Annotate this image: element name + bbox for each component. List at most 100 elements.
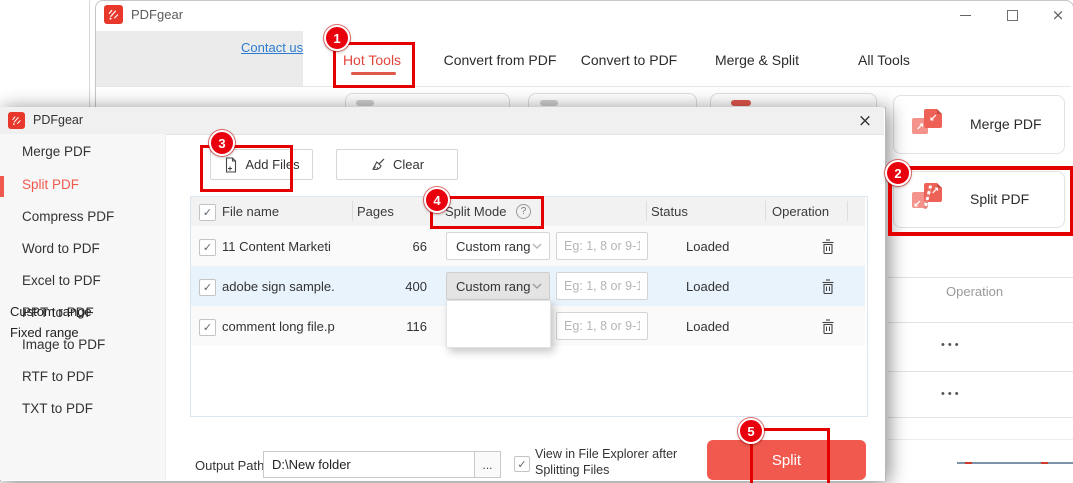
page-range-input[interactable]	[556, 312, 648, 340]
chevron-down-icon	[532, 243, 542, 249]
column-divider	[646, 201, 647, 221]
sidebar-item-compress-pdf[interactable]: Compress PDF	[22, 209, 114, 224]
column-divider	[352, 201, 353, 221]
column-divider	[847, 201, 848, 221]
pdfgear-logo	[104, 5, 123, 24]
tool-card-icon-fragment	[356, 100, 374, 106]
status-cell: Loaded	[686, 279, 730, 294]
browse-button[interactable]: ...	[474, 451, 501, 478]
check-icon: ✓	[202, 321, 213, 334]
check-icon: ✓	[202, 206, 213, 219]
bg-bottom-edge-accent	[1041, 462, 1048, 464]
view-in-explorer-checkbox[interactable]: ✓	[514, 456, 530, 472]
row-checkbox[interactable]: ✓	[199, 239, 216, 256]
page-range-input[interactable]	[556, 232, 648, 260]
dialog-close-button[interactable]: ×	[852, 110, 878, 132]
row-checkbox[interactable]: ✓	[199, 279, 216, 296]
check-icon: ✓	[202, 281, 213, 294]
dialog-titlebar	[0, 107, 884, 135]
clear-label: Clear	[392, 157, 425, 172]
pages-cell: 116	[406, 319, 427, 334]
chevron-down-icon	[532, 283, 542, 289]
minimize-button[interactable]	[953, 5, 977, 25]
status-cell: Loaded	[686, 319, 730, 334]
bg-table-row-actions[interactable]: •••	[941, 339, 962, 351]
sidebar-item-split-pdf[interactable]: Split PDF	[22, 177, 79, 192]
bg-table-line	[888, 277, 1073, 278]
dropdown-option-fixed-range[interactable]: Fixed range	[10, 325, 79, 340]
check-icon: ✓	[202, 241, 213, 254]
annotation-badge-5: 5	[738, 418, 764, 444]
split-mode-select[interactable]: Custom rang	[446, 232, 550, 260]
pages-cell: 66	[412, 239, 427, 254]
dropdown-option-custom-range[interactable]: Custom range	[10, 304, 92, 319]
minimize-icon	[959, 14, 971, 16]
sidebar-selection-bar	[0, 176, 4, 197]
output-path-label: Output Path	[195, 458, 265, 473]
sidebar-item-rtf-to-pdf[interactable]: RTF to PDF	[22, 369, 94, 384]
annotation-badge-4: 4	[424, 187, 450, 213]
file-name-cell: adobe sign sample.	[222, 279, 335, 294]
contact-us-link[interactable]: Contact us	[241, 40, 303, 55]
tab-all-tools[interactable]: All Tools	[858, 52, 910, 68]
page-range-input[interactable]	[556, 272, 648, 300]
column-header-operation: Operation	[772, 204, 830, 219]
close-button[interactable]: ×	[1046, 5, 1070, 25]
annotation-box-split-pdf-card	[888, 166, 1073, 236]
column-header-status: Status	[651, 204, 688, 219]
bg-table-line	[888, 417, 1073, 418]
delete-icon[interactable]	[820, 278, 836, 295]
select-all-checkbox[interactable]: ✓	[199, 204, 216, 221]
annotation-badge-3: 3	[209, 130, 235, 156]
bg-table-line	[888, 371, 1073, 372]
column-header-file-name: File name	[222, 204, 280, 219]
view-in-explorer-label-line1: View in File Explorer after	[535, 447, 678, 461]
file-name-cell: comment long file.p	[222, 319, 335, 334]
bg-table-operation-header: Operation	[946, 284, 1004, 299]
check-icon: ✓	[517, 457, 527, 471]
pdfgear-logo-glyph	[12, 116, 21, 125]
tool-card-icon-fragment	[540, 100, 558, 106]
bg-table-line	[888, 322, 1073, 323]
sidebar-item-excel-to-pdf[interactable]: Excel to PDF	[22, 273, 101, 288]
bg-table-line	[888, 439, 1073, 440]
broom-icon	[372, 158, 385, 170]
status-cell: Loaded	[686, 239, 730, 254]
column-divider	[765, 201, 766, 221]
annotation-badge-2: 2	[885, 160, 911, 186]
merge-pdf-icon: ↗ ↙	[912, 109, 946, 139]
sidebar-item-merge-pdf[interactable]: Merge PDF	[22, 144, 91, 159]
tab-convert-from-pdf[interactable]: Convert from PDF	[444, 52, 557, 68]
pages-cell: 400	[405, 279, 427, 294]
sidebar-item-word-to-pdf[interactable]: Word to PDF	[22, 241, 100, 256]
output-path-input[interactable]	[263, 451, 475, 478]
close-icon: ×	[857, 111, 873, 131]
annotation-badge-1: 1	[324, 25, 350, 51]
row-checkbox[interactable]: ✓	[199, 319, 216, 336]
close-icon: ×	[1051, 5, 1065, 24]
dialog-title: PDFgear	[33, 113, 84, 127]
window-edge-line	[89, 0, 90, 107]
delete-icon[interactable]	[820, 318, 836, 335]
annotation-box-hot-tools	[333, 42, 415, 88]
delete-icon[interactable]	[820, 238, 836, 255]
pdfgear-logo	[8, 112, 25, 129]
sidebar-item-txt-to-pdf[interactable]: TXT to PDF	[22, 401, 93, 416]
maximize-button[interactable]	[1000, 5, 1024, 25]
bg-table-row-actions[interactable]: •••	[941, 388, 962, 400]
maximize-icon	[1006, 9, 1018, 21]
main-window-title: PDFgear	[131, 7, 184, 22]
tab-merge-split[interactable]: Merge & Split	[715, 52, 799, 68]
tool-card-icon-fragment	[731, 100, 751, 106]
bg-bottom-edge-accent	[965, 462, 972, 464]
bg-bottom-edge	[957, 462, 1073, 464]
pdfgear-logo-glyph	[108, 9, 119, 20]
split-mode-dropdown	[446, 300, 551, 348]
tab-convert-to-pdf[interactable]: Convert to PDF	[581, 52, 677, 68]
split-mode-select-open[interactable]: Custom rang	[446, 272, 550, 300]
column-header-pages: Pages	[357, 204, 394, 219]
view-in-explorer-label-line2: Splitting Files	[535, 463, 610, 477]
file-name-cell: 11 Content Marketi	[222, 239, 331, 254]
clear-button[interactable]: Clear	[336, 149, 458, 180]
merge-pdf-card-label: Merge PDF	[970, 116, 1042, 132]
